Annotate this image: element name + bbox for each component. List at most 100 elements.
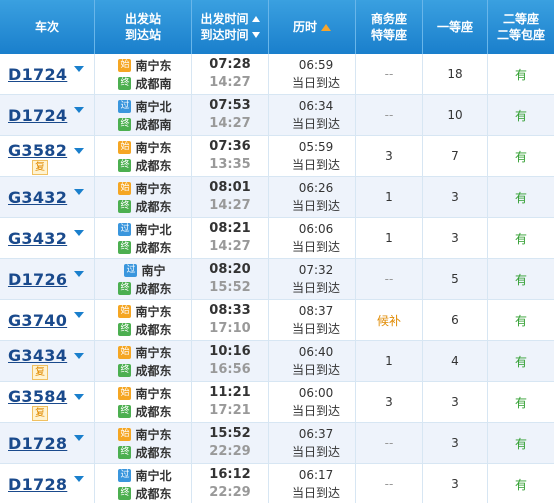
business-seat-cell: -- <box>356 95 423 135</box>
first-class-value: 3 <box>451 395 459 409</box>
first-class-cell: 3 <box>423 382 488 422</box>
train-cell[interactable]: G3434 复 <box>0 341 95 381</box>
stations-cell: 过 南宁 终 成都东 <box>95 259 192 299</box>
table-row[interactable]: G3740 始 南宁东 终 成都东 08:33 17:10 08:37 当日到达… <box>0 300 554 341</box>
table-row[interactable]: D1724 始 南宁东 终 成都南 07:28 14:27 06:59 当日到达… <box>0 54 554 95</box>
to-station: 成都南 <box>135 117 172 132</box>
train-cell[interactable]: D1724 <box>0 54 95 94</box>
first-class-cell: 3 <box>423 423 488 463</box>
arrival-note: 当日到达 <box>291 486 340 500</box>
train-number-link[interactable]: D1726 <box>8 270 67 289</box>
chevron-down-icon[interactable] <box>74 148 84 154</box>
second-class-value: 有 <box>514 272 527 287</box>
chevron-down-icon[interactable] <box>74 107 84 113</box>
train-cell[interactable]: D1726 <box>0 259 95 299</box>
chevron-down-icon[interactable] <box>74 353 84 359</box>
chevron-down-icon[interactable] <box>74 271 84 277</box>
chevron-down-icon[interactable] <box>74 435 84 441</box>
table-row[interactable]: D1726 过 南宁 终 成都东 08:20 15:52 07:32 当日到达 … <box>0 259 554 300</box>
business-seat-cell: -- <box>356 464 423 503</box>
train-number-link[interactable]: D1724 <box>8 65 67 84</box>
train-number-link[interactable]: G3584 <box>8 387 67 406</box>
second-class-value: 有 <box>514 108 527 123</box>
table-row[interactable]: G3582 复 始 南宁东 终 成都东 07:36 13:35 05:59 当日… <box>0 136 554 177</box>
departure-time: 08:20 <box>209 262 251 277</box>
header-duration[interactable]: 历时 <box>269 0 356 54</box>
header-dep-time[interactable]: 出发时间 <box>200 11 248 27</box>
train-number-link[interactable]: G3432 <box>8 188 67 207</box>
station-type-icon: 始 <box>118 181 132 195</box>
chevron-down-icon[interactable] <box>74 476 84 482</box>
chevron-down-icon[interactable] <box>74 312 84 318</box>
business-seat-cell[interactable]: 候补 <box>356 300 423 340</box>
from-station: 南宁 <box>141 263 166 278</box>
duration-cell: 06:26 当日到达 <box>269 177 356 217</box>
departure-time: 10:16 <box>209 344 251 359</box>
stations-cell: 始 南宁东 终 成都东 <box>95 382 192 422</box>
station-type-icon: 始 <box>118 58 132 72</box>
train-number-link[interactable]: D1728 <box>8 475 67 494</box>
table-row[interactable]: G3584 复 始 南宁东 终 成都东 11:21 17:21 06:00 当日… <box>0 382 554 423</box>
station-type-icon: 终 <box>118 322 132 336</box>
sort-down-icon[interactable] <box>251 32 260 38</box>
station-type-icon: 始 <box>118 386 132 400</box>
table-row[interactable]: D1728 过 南宁北 终 成都东 16:12 22:29 06:17 当日到达… <box>0 464 554 503</box>
station-type-icon: 过 <box>118 99 132 113</box>
table-row[interactable]: D1728 始 南宁东 终 成都东 15:52 22:29 06:37 当日到达… <box>0 423 554 464</box>
station-type-icon: 终 <box>118 117 132 131</box>
business-seat-value[interactable]: 候补 <box>377 312 401 329</box>
arrival-time: 13:35 <box>209 157 251 172</box>
table-row[interactable]: D1724 过 南宁北 终 成都南 07:53 14:27 06:34 当日到达… <box>0 95 554 136</box>
second-class-cell: 有 <box>488 464 554 503</box>
train-number-link[interactable]: G3582 <box>8 141 67 160</box>
train-cell[interactable]: G3740 <box>0 300 95 340</box>
arrival-time: 14:27 <box>209 75 251 90</box>
first-class-value: 18 <box>447 67 463 81</box>
duration-cell: 06:34 当日到达 <box>269 95 356 135</box>
train-number-link[interactable]: D1724 <box>8 106 67 125</box>
chevron-down-icon[interactable] <box>74 394 84 400</box>
first-class-cell: 3 <box>423 218 488 258</box>
business-seat-value: -- <box>384 272 394 286</box>
chevron-down-icon[interactable] <box>74 189 84 195</box>
chevron-down-icon[interactable] <box>74 66 84 72</box>
chevron-down-icon[interactable] <box>74 230 84 236</box>
times-cell: 15:52 22:29 <box>192 423 269 463</box>
train-number-link[interactable]: D1728 <box>8 434 67 453</box>
arrival-time: 22:29 <box>209 444 251 459</box>
arrival-note: 当日到达 <box>291 322 340 336</box>
first-class-value: 3 <box>451 477 459 491</box>
departure-time: 11:21 <box>209 385 251 400</box>
arrival-note: 当日到达 <box>291 363 340 377</box>
train-cell[interactable]: D1724 <box>0 95 95 135</box>
duration-value: 06:37 <box>298 427 334 441</box>
header-dep-station: 出发站 <box>124 12 161 26</box>
duration-cell: 06:40 当日到达 <box>269 341 356 381</box>
train-cell[interactable]: G3432 <box>0 218 95 258</box>
sort-up-icon[interactable] <box>251 16 260 22</box>
header-times[interactable]: 出发时间 到达时间 <box>192 0 269 54</box>
business-seat-cell: 1 <box>356 218 423 258</box>
train-number-link[interactable]: G3740 <box>8 311 67 330</box>
station-type-icon: 始 <box>118 427 132 441</box>
train-number-link[interactable]: G3434 <box>8 346 67 365</box>
train-cell[interactable]: G3582 复 <box>0 136 95 176</box>
second-class-value: 有 <box>514 149 527 164</box>
train-number-link[interactable]: G3432 <box>8 229 67 248</box>
business-seat-cell: -- <box>356 259 423 299</box>
stations-cell: 始 南宁东 终 成都东 <box>95 136 192 176</box>
arrival-time: 15:52 <box>209 280 251 295</box>
station-type-icon: 终 <box>118 486 132 500</box>
sort-active-icon[interactable] <box>321 23 331 31</box>
train-cell[interactable]: D1728 <box>0 423 95 463</box>
header-arr-time[interactable]: 到达时间 <box>200 27 248 43</box>
departure-time: 16:12 <box>209 467 251 482</box>
train-cell[interactable]: G3584 复 <box>0 382 95 422</box>
train-cell[interactable]: G3432 <box>0 177 95 217</box>
table-row[interactable]: G3432 始 南宁东 终 成都东 08:01 14:27 06:26 当日到达… <box>0 177 554 218</box>
table-row[interactable]: G3434 复 始 南宁东 终 成都东 10:16 16:56 06:40 当日… <box>0 341 554 382</box>
times-cell: 08:20 15:52 <box>192 259 269 299</box>
from-station: 南宁东 <box>135 304 172 319</box>
train-cell[interactable]: D1728 <box>0 464 95 503</box>
table-row[interactable]: G3432 过 南宁北 终 成都东 08:21 14:27 06:06 当日到达… <box>0 218 554 259</box>
